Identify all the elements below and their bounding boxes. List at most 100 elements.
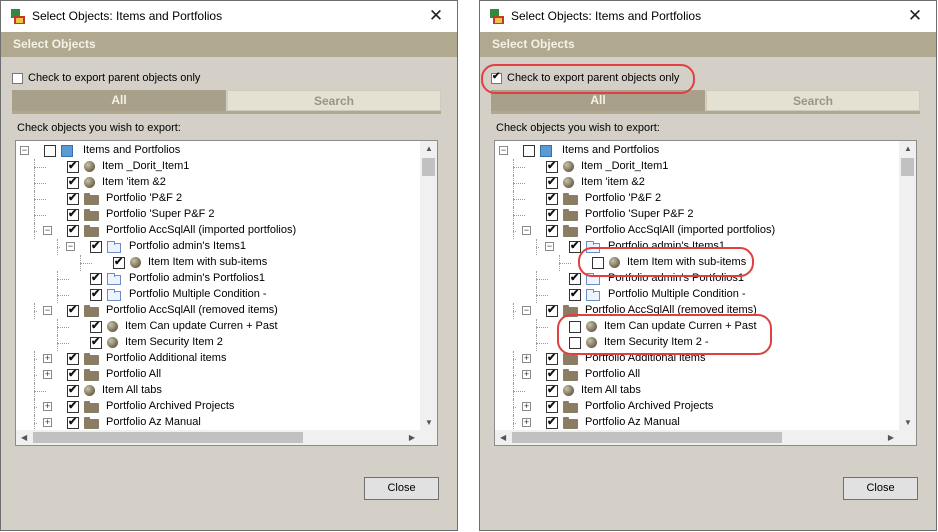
tree-node[interactable]: Item _Dorit_Item1 xyxy=(16,159,420,175)
scroll-down-icon[interactable]: ▼ xyxy=(425,418,433,427)
tree-node[interactable]: − Portfolio admin's Items1 xyxy=(16,239,420,255)
vertical-scroll-thumb[interactable] xyxy=(422,158,435,176)
horizontal-scrollbar[interactable]: ◀ ▶ xyxy=(495,430,899,445)
tree-node-checkbox[interactable] xyxy=(546,223,558,237)
tree-node[interactable]: Item 'item &2 xyxy=(16,175,420,191)
tree-node-checkbox[interactable] xyxy=(90,271,102,285)
tab-all[interactable]: All xyxy=(12,90,226,111)
close-icon[interactable]: ✕ xyxy=(900,3,930,29)
tree-node[interactable]: + Portfolio All xyxy=(495,367,899,383)
tree-node-checkbox[interactable] xyxy=(546,303,558,317)
horizontal-scrollbar[interactable]: ◀ ▶ xyxy=(16,430,420,445)
tree-node[interactable]: Portfolio 'Super P&F 2 xyxy=(16,207,420,223)
tree-node[interactable]: − Items and Portfolios xyxy=(16,143,420,159)
tree-node[interactable]: Portfolio 'Super P&F 2 xyxy=(495,207,899,223)
tree-node[interactable]: + Portfolio Additional items xyxy=(16,351,420,367)
tree-node-checkbox[interactable] xyxy=(67,159,79,173)
close-button[interactable]: Close xyxy=(364,477,439,500)
tree-node-checkbox[interactable] xyxy=(546,415,558,429)
expand-icon[interactable]: + xyxy=(522,354,531,363)
collapse-icon[interactable]: − xyxy=(522,226,531,235)
tree-node-checkbox[interactable] xyxy=(67,223,79,237)
tree-node[interactable]: Portfolio admin's Portfolios1 xyxy=(16,271,420,287)
tree-node[interactable]: Portfolio Multiple Condition - xyxy=(16,287,420,303)
vertical-scroll-thumb[interactable] xyxy=(901,158,914,176)
object-tree[interactable]: − Items and Portfolios Item _Dorit_Item1 It… xyxy=(15,140,438,446)
tree-node[interactable]: Item Security Item 2 xyxy=(16,335,420,351)
collapse-icon[interactable]: − xyxy=(43,226,52,235)
tree-node-checkbox[interactable] xyxy=(67,191,79,205)
tree-node[interactable]: Item 'item &2 xyxy=(495,175,899,191)
tree-node-checkbox[interactable] xyxy=(569,239,581,253)
tree-node[interactable]: − Items and Portfolios xyxy=(495,143,899,159)
tree-node-checkbox[interactable] xyxy=(569,271,581,285)
tree-node[interactable]: Item Item with sub-items xyxy=(16,255,420,271)
collapse-icon[interactable]: − xyxy=(522,306,531,315)
tree-node[interactable]: + Portfolio Archived Projects xyxy=(495,399,899,415)
tree-node[interactable]: + Portfolio All xyxy=(16,367,420,383)
tree-node[interactable]: + Portfolio Az Manual xyxy=(495,415,899,430)
tree-node[interactable]: Item Can update Curren + Past xyxy=(16,319,420,335)
tree-node-checkbox[interactable] xyxy=(546,351,558,365)
collapse-icon[interactable]: − xyxy=(20,146,29,155)
tree-node-checkbox[interactable] xyxy=(113,255,125,269)
tree-node-checkbox[interactable] xyxy=(90,335,102,349)
tree-node-checkbox[interactable] xyxy=(546,191,558,205)
expand-icon[interactable]: + xyxy=(43,370,52,379)
tree-node-checkbox[interactable] xyxy=(67,303,79,317)
tree-node[interactable]: + Portfolio Archived Projects xyxy=(16,399,420,415)
horizontal-scroll-thumb[interactable] xyxy=(512,432,782,443)
tree-node-checkbox[interactable] xyxy=(546,159,558,173)
tree-node[interactable]: − Portfolio AccSqlAll (imported portfolio… xyxy=(16,223,420,239)
tree-node-checkbox[interactable] xyxy=(546,367,558,381)
tree-node-checkbox[interactable] xyxy=(90,319,102,333)
parent-only-row[interactable]: Check to export parent objects only xyxy=(12,72,200,86)
collapse-icon[interactable]: − xyxy=(66,242,75,251)
scroll-right-icon[interactable]: ▶ xyxy=(888,433,894,442)
tree-node[interactable]: Item _Dorit_Item1 xyxy=(495,159,899,175)
tree-node-checkbox[interactable] xyxy=(546,175,558,189)
tree-node-checkbox[interactable] xyxy=(67,207,79,221)
collapse-icon[interactable]: − xyxy=(43,306,52,315)
tree-node-checkbox[interactable] xyxy=(569,287,581,301)
horizontal-scroll-thumb[interactable] xyxy=(33,432,303,443)
tree-node-checkbox[interactable] xyxy=(67,415,79,429)
expand-icon[interactable]: + xyxy=(522,402,531,411)
tree-node-checkbox[interactable] xyxy=(44,145,56,157)
tab-search[interactable]: Search xyxy=(706,90,920,111)
tree-node-checkbox[interactable] xyxy=(67,383,79,397)
tree-node-checkbox[interactable] xyxy=(546,383,558,397)
tree-node[interactable]: − Portfolio AccSqlAll (imported portfolio… xyxy=(495,223,899,239)
scroll-up-icon[interactable]: ▲ xyxy=(425,144,433,153)
tree-node[interactable]: Item All tabs xyxy=(495,383,899,399)
tree-node-checkbox[interactable] xyxy=(90,239,102,253)
tree-node-checkbox[interactable] xyxy=(90,287,102,301)
parent-only-checkbox[interactable] xyxy=(12,72,23,84)
tree-node-checkbox[interactable] xyxy=(67,351,79,365)
expand-icon[interactable]: + xyxy=(522,418,531,427)
tree-node-checkbox[interactable] xyxy=(67,175,79,189)
tree-node-checkbox[interactable] xyxy=(546,399,558,413)
collapse-icon[interactable]: − xyxy=(545,242,554,251)
close-button[interactable]: Close xyxy=(843,477,918,500)
scroll-up-icon[interactable]: ▲ xyxy=(904,144,912,153)
collapse-icon[interactable]: − xyxy=(499,146,508,155)
tab-search[interactable]: Search xyxy=(227,90,441,111)
expand-icon[interactable]: + xyxy=(43,418,52,427)
tree-node[interactable]: Portfolio 'P&F 2 xyxy=(495,191,899,207)
scroll-left-icon[interactable]: ◀ xyxy=(21,433,27,442)
close-icon[interactable]: ✕ xyxy=(421,3,451,29)
tree-node-checkbox[interactable] xyxy=(67,367,79,381)
scroll-left-icon[interactable]: ◀ xyxy=(500,433,506,442)
expand-icon[interactable]: + xyxy=(43,354,52,363)
vertical-scrollbar[interactable]: ▲ ▼ xyxy=(899,141,916,430)
tree-node-checkbox[interactable] xyxy=(523,145,535,157)
scroll-down-icon[interactable]: ▼ xyxy=(904,418,912,427)
expand-icon[interactable]: + xyxy=(522,370,531,379)
tree-node[interactable]: + Portfolio Az Manual xyxy=(16,415,420,430)
object-tree[interactable]: − Items and Portfolios Item _Dorit_Item1 It… xyxy=(494,140,917,446)
expand-icon[interactable]: + xyxy=(43,402,52,411)
tree-node-checkbox[interactable] xyxy=(67,399,79,413)
tree-node[interactable]: Portfolio Multiple Condition - xyxy=(495,287,899,303)
tree-node[interactable]: − Portfolio AccSqlAll (removed items) xyxy=(16,303,420,319)
